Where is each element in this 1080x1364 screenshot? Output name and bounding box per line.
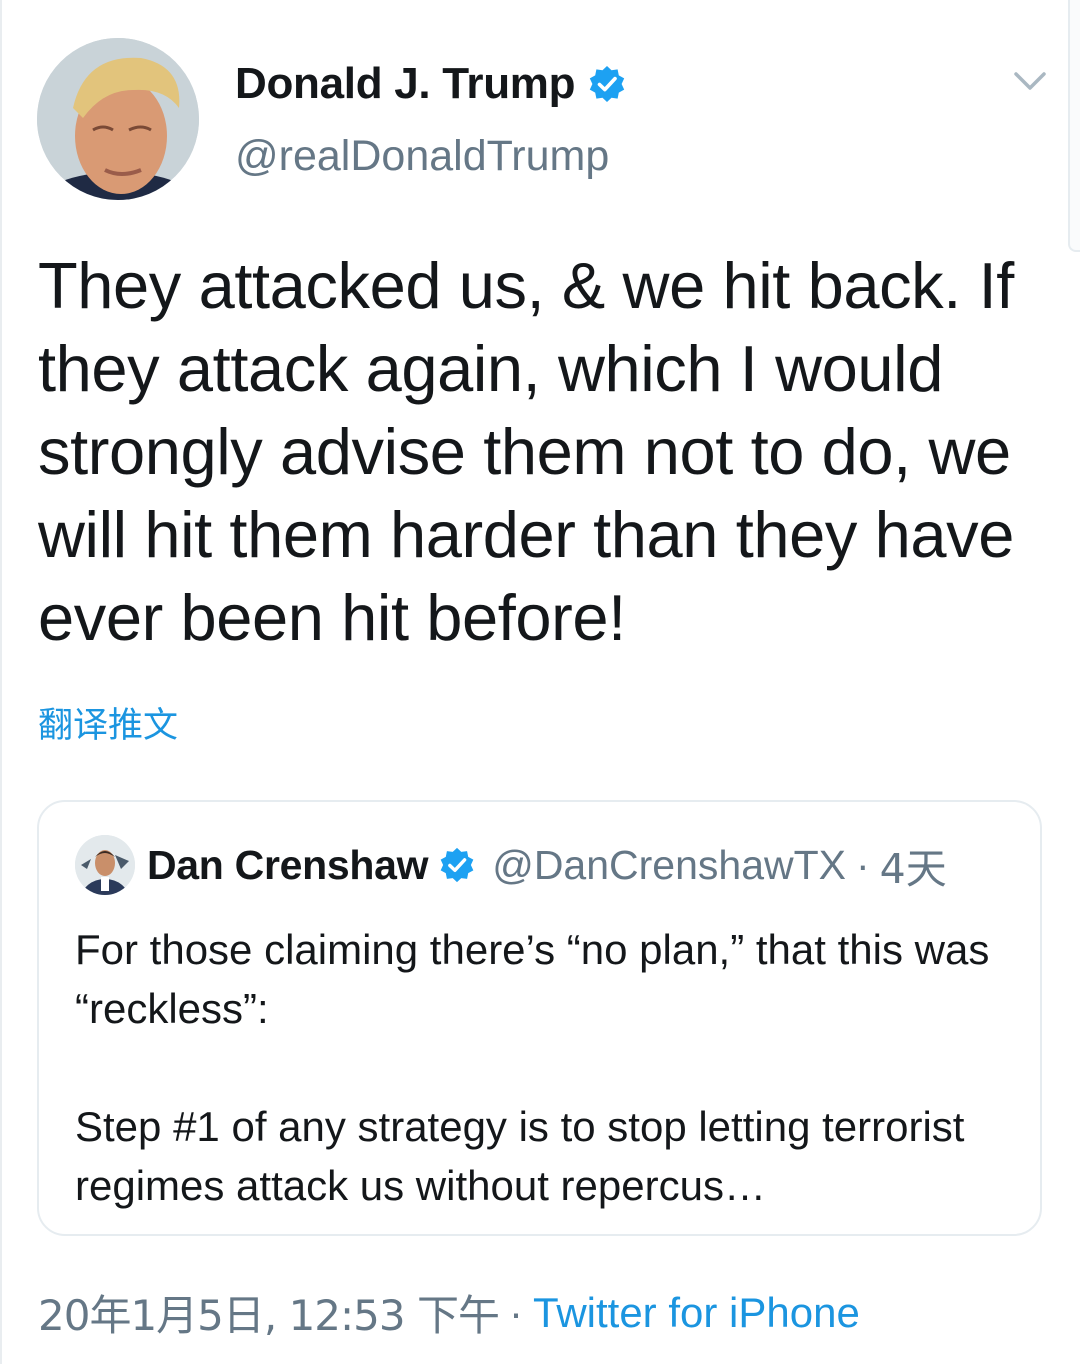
chevron-down-icon[interactable] [1008, 62, 1052, 102]
quoted-text-paragraph: For those claiming there’s “no plan,” th… [75, 926, 990, 1032]
quoted-avatar-portrait-icon [75, 835, 135, 895]
tweet-timestamp[interactable]: 20年1月5日, 12:53 下午 [38, 1282, 500, 1343]
quoted-tweet-age: 4天 [879, 845, 947, 893]
author-handle[interactable]: @realDonaldTrump [235, 132, 609, 181]
quoted-text-paragraph: Step #1 of any strategy is to stop letti… [75, 1103, 965, 1209]
quoted-author-name: Dan Crenshaw [147, 841, 429, 888]
verified-badge-icon [590, 66, 625, 102]
avatar-portrait-icon [37, 38, 199, 200]
tweet-detail-page: Donald J. Trump @realDonaldTrump They at… [0, 0, 1080, 1364]
tweet-source-link[interactable]: Twitter for iPhone [533, 1289, 860, 1337]
scrollbar[interactable] [1068, 0, 1080, 252]
verified-badge-icon [440, 847, 474, 883]
quoted-author-handle: @DanCrenshawTX [492, 841, 847, 888]
translate-tweet-link[interactable]: 翻译推文 [38, 697, 178, 748]
left-divider [0, 0, 2, 1364]
quoted-tweet-text: For those claiming there’s “no plan,” th… [75, 920, 1005, 1215]
quoted-separator: · [856, 841, 870, 888]
quoted-tweet-card[interactable]: Dan Crenshaw @DanCrenshawTX · 4天 For tho… [37, 800, 1042, 1236]
author-avatar[interactable] [37, 38, 199, 200]
tweet-meta: 20年1月5日, 12:53 下午 · Twitter for iPhone [38, 1282, 860, 1343]
tweet-text: They attacked us, & we hit back. If they… [38, 249, 1014, 654]
quoted-tweet-header: Dan Crenshaw @DanCrenshawTX · 4天 [75, 835, 947, 895]
meta-separator: · [508, 1288, 523, 1336]
author-name[interactable]: Donald J. Trump [235, 59, 576, 109]
quoted-author-avatar [75, 835, 135, 895]
author-name-row[interactable]: Donald J. Trump [235, 56, 627, 112]
